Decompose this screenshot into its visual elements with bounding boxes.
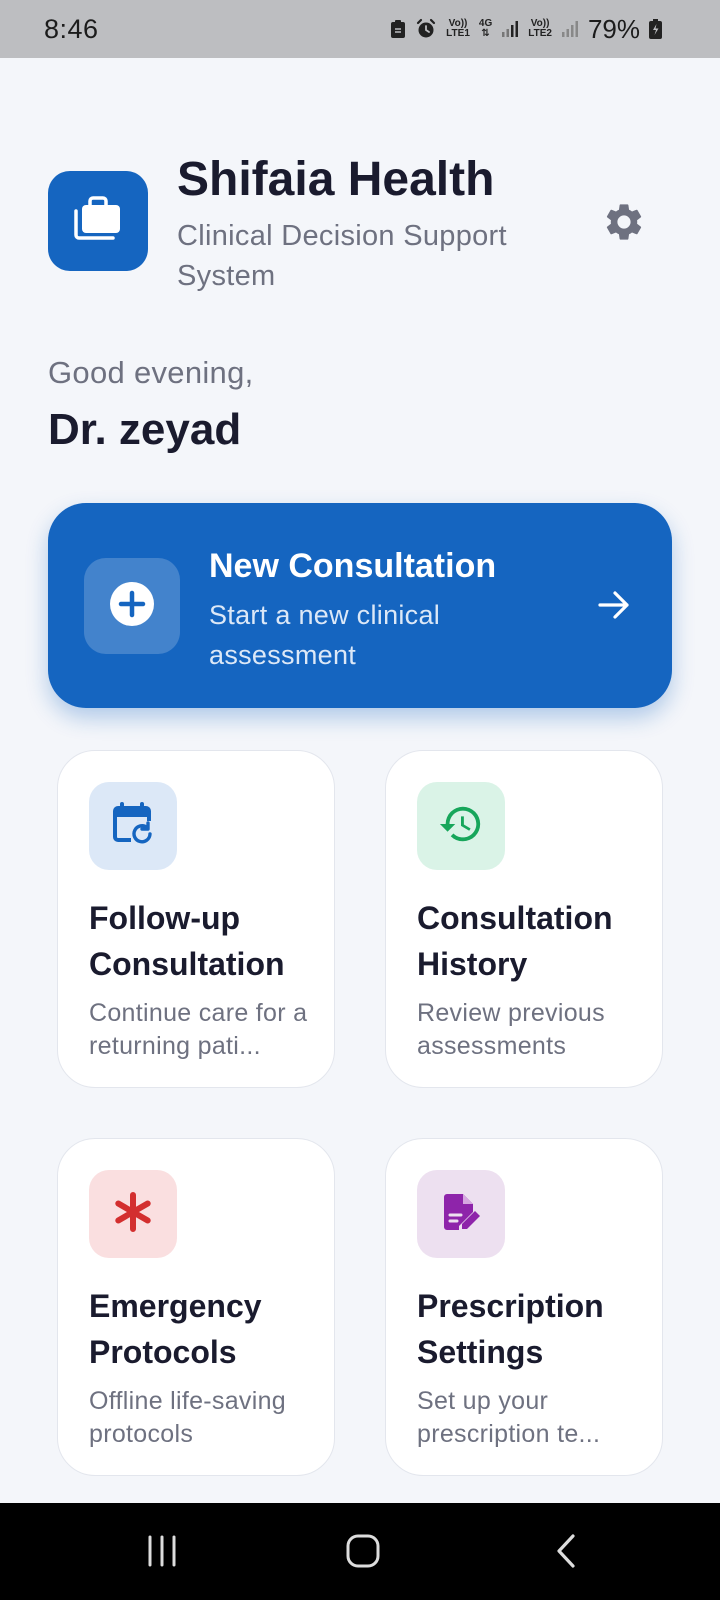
status-bar: 8:46 Vo)) LTE1 4G ⇅ Vo)) LTE2 79% <box>0 0 720 58</box>
follow-up-icon-box <box>89 782 177 870</box>
consultation-history-card[interactable]: Consultation History Review previous ass… <box>385 750 663 1088</box>
sim1-lte-label: LTE1 <box>446 28 470 39</box>
network-type-indicator: 4G ⇅ <box>478 18 493 39</box>
doctor-name: Dr. zeyad <box>48 405 242 454</box>
signal-icon <box>501 20 519 38</box>
history-icon <box>438 801 484 852</box>
settings-button[interactable] <box>598 198 650 250</box>
recents-button[interactable] <box>132 1523 192 1583</box>
edit-document-icon <box>439 1190 483 1239</box>
app-subtitle: Clinical Decision Support System <box>177 220 507 292</box>
back-icon <box>554 1533 578 1574</box>
back-button[interactable] <box>536 1523 596 1583</box>
network-type-label: 4G <box>478 18 493 29</box>
prescription-title: Prescription Settings <box>417 1288 604 1370</box>
alarm-icon <box>415 18 437 40</box>
greeting-text: Good evening, <box>48 355 254 390</box>
follow-up-desc: Continue care for a returning pati... <box>89 999 308 1060</box>
notification-icon <box>390 19 406 39</box>
prescription-icon-box <box>417 1170 505 1258</box>
add-circle-icon <box>109 581 155 632</box>
emergency-title: Emergency Protocols <box>89 1288 262 1370</box>
recents-icon <box>145 1535 179 1572</box>
history-icon-box <box>417 782 505 870</box>
system-nav-bar <box>0 1503 720 1600</box>
arrow-right-icon <box>594 585 634 625</box>
sim1-indicator: Vo)) LTE1 <box>446 19 470 39</box>
home-button[interactable] <box>333 1523 393 1583</box>
gear-icon <box>602 200 646 249</box>
sim2-indicator: Vo)) LTE2 <box>528 19 552 39</box>
app-title: Shifaia Health <box>177 153 495 206</box>
new-consultation-icon-box <box>84 558 180 654</box>
signal-icon-2 <box>561 20 579 38</box>
history-title: Consultation History <box>417 900 613 982</box>
emergency-icon-box <box>89 1170 177 1258</box>
home-icon <box>345 1533 381 1574</box>
battery-icon <box>649 19 662 39</box>
prescription-settings-card[interactable]: Prescription Settings Set up your prescr… <box>385 1138 663 1476</box>
prescription-desc: Set up your prescription te... <box>417 1387 601 1448</box>
sim2-lte-label: LTE2 <box>528 28 552 39</box>
battery-percent: 79% <box>587 13 640 44</box>
status-time: 8:46 <box>44 13 99 44</box>
emergency-protocols-card[interactable]: Emergency Protocols Offline life-saving … <box>57 1138 335 1476</box>
new-consultation-button[interactable]: New Consultation Start a new clinical as… <box>48 503 672 708</box>
emergency-desc: Offline life-saving protocols <box>89 1387 286 1448</box>
app-logo <box>48 171 148 271</box>
history-desc: Review previous assessments <box>417 999 605 1060</box>
follow-up-consultation-card[interactable]: Follow-up Consultation Continue care for… <box>57 750 335 1088</box>
briefcase-icon <box>73 195 123 247</box>
new-consultation-title: New Consultation <box>209 547 497 585</box>
calendar-refresh-icon <box>110 801 156 852</box>
new-consultation-subtitle: Start a new clinical assessment <box>209 600 441 670</box>
status-icons: Vo)) LTE1 4G ⇅ Vo)) LTE2 79% <box>390 14 662 45</box>
follow-up-title: Follow-up Consultation <box>89 900 285 982</box>
asterisk-icon <box>113 1191 153 1237</box>
